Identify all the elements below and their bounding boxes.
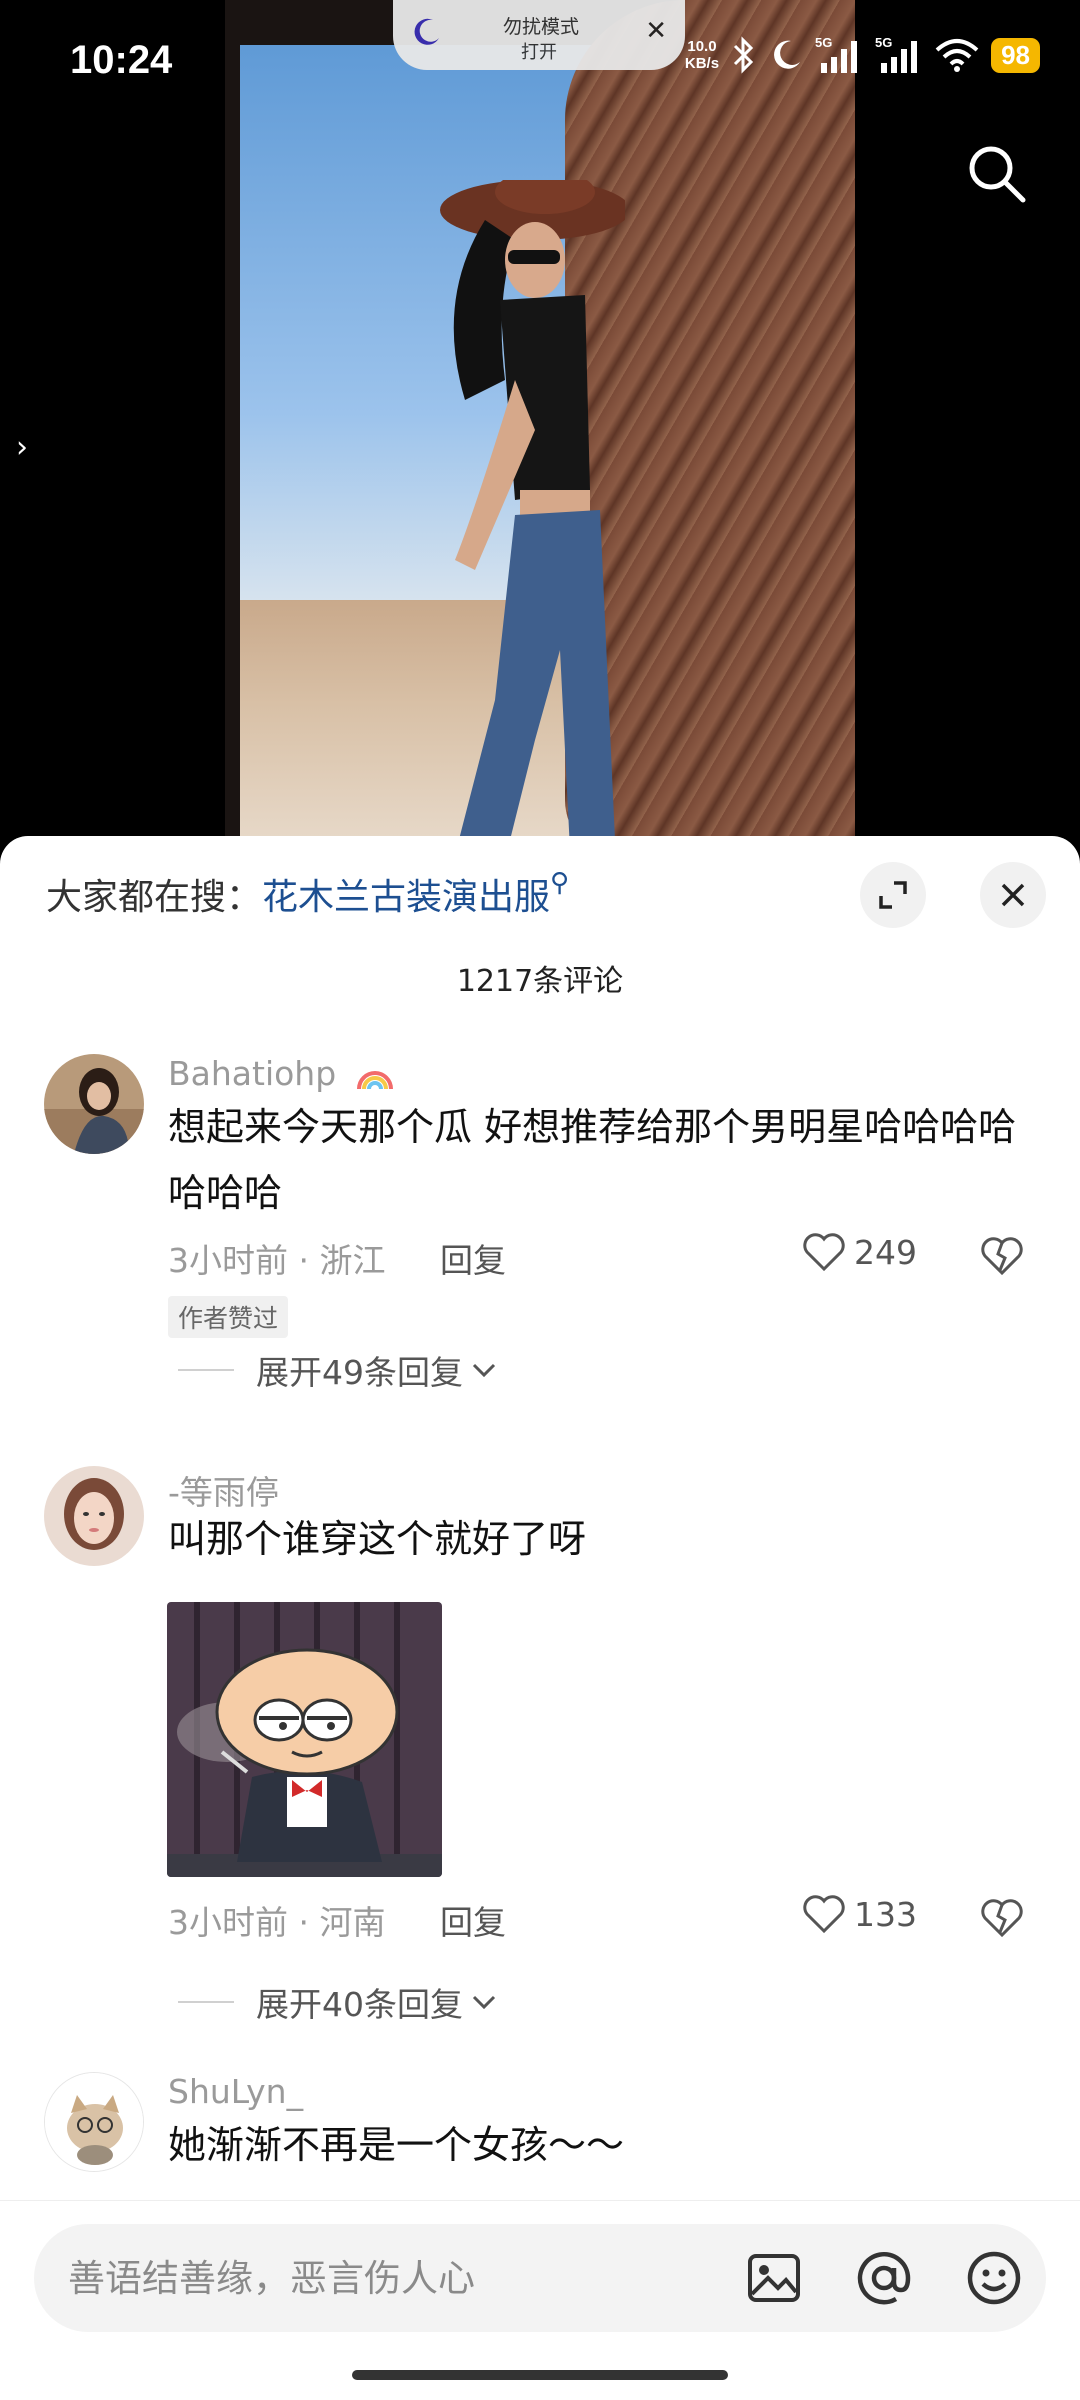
avatar-image [45, 2073, 143, 2171]
dnd-subtitle: 打开 [521, 42, 557, 63]
heart-icon [803, 1895, 845, 1934]
comment-meta: 3小时前 · 浙江 回复 [168, 1234, 506, 1282]
battery-indicator: 98 [991, 37, 1040, 73]
moon-icon [414, 18, 439, 45]
video-player[interactable] [0, 0, 1080, 860]
close-icon[interactable]: ✕ [645, 16, 667, 46]
like-count: 133 [854, 1894, 917, 1934]
expand-icon [879, 881, 907, 909]
hot-search[interactable]: 大家都在搜：花木兰古装演出服⚲ [46, 868, 569, 920]
expand-replies-button[interactable]: 展开49条回复 [178, 1346, 499, 1394]
expand-replies-label: 展开40条回复 [256, 1985, 463, 2024]
reply-button[interactable]: 回复 [440, 1241, 506, 1280]
comment-time: 3小时前 [168, 1903, 288, 1942]
expand-button[interactable] [860, 862, 926, 928]
moon-icon [774, 40, 801, 69]
meta-separator: · [298, 1241, 320, 1280]
avatar[interactable] [44, 1466, 144, 1566]
reply-button[interactable]: 回复 [440, 1903, 506, 1942]
close-button[interactable] [980, 862, 1046, 928]
comment-time: 3小时前 [168, 1241, 288, 1280]
home-indicator[interactable] [352, 2370, 728, 2380]
net-speed: 10.0 KB/s [685, 38, 719, 72]
meta-separator: · [298, 1903, 320, 1942]
expand-replies-button[interactable]: 展开40条回复 [178, 1978, 499, 2026]
dnd-title: 勿扰模式 [503, 16, 580, 38]
comment-location: 浙江 [319, 1241, 386, 1280]
signal-5g-icon: 5G [875, 35, 918, 73]
search-icon[interactable] [965, 142, 1027, 204]
username-text: Bahatiohp [168, 1054, 337, 1093]
divider [178, 2001, 234, 2003]
username[interactable]: Bahatiohp [168, 1054, 395, 1093]
comment-count: 1217条评论 [456, 964, 624, 999]
image-icon[interactable] [746, 2250, 802, 2306]
avatar[interactable] [44, 1054, 144, 1154]
sticker-graphic [167, 1602, 442, 1877]
like-button[interactable]: 249 [802, 1232, 917, 1272]
comment-input[interactable] [68, 2224, 718, 2332]
username[interactable]: ShuLyn_ [168, 2072, 303, 2111]
svg-text:5G: 5G [875, 35, 892, 50]
svg-text:5G: 5G [815, 35, 832, 50]
comment-sheet: 大家都在搜：花木兰古装演出服⚲ 1217条评论 Bahatiohp 想起来今天那… [0, 836, 1080, 2400]
heart-icon [803, 1233, 845, 1272]
expand-replies-label: 展开49条回复 [256, 1353, 463, 1392]
sticker-image[interactable] [167, 1602, 442, 1877]
avatar-image [44, 1466, 144, 1566]
broken-heart-icon[interactable] [980, 1236, 1024, 1276]
close-icon [1001, 883, 1025, 907]
author-liked-badge: 作者赞过 [168, 1296, 289, 1338]
comment-location: 河南 [319, 1903, 386, 1942]
chevron-down-icon [472, 1363, 496, 1378]
wifi-icon [935, 39, 979, 72]
dnd-notification[interactable]: 勿扰模式 打开 ✕ [393, 0, 685, 70]
video-frame[interactable] [225, 0, 855, 860]
comment-input-box[interactable] [34, 2224, 1046, 2332]
divider [178, 1369, 234, 1371]
signal-5g-icon: 5G [815, 35, 858, 73]
broken-heart-icon[interactable] [980, 1898, 1024, 1938]
like-button[interactable]: 133 [802, 1894, 917, 1934]
video-person [440, 180, 625, 860]
avatar[interactable] [44, 2072, 144, 2172]
net-speed-unit: KB/s [684, 55, 720, 72]
like-count: 249 [854, 1232, 917, 1272]
comment-text[interactable]: 想起来今天那个瓜 好想推荐给那个男明星哈哈哈哈哈哈哈 [168, 1094, 1028, 1226]
avatar-image [44, 1054, 144, 1154]
bluetooth-icon [734, 36, 754, 74]
hot-search-prefix: 大家都在搜： [46, 877, 263, 918]
hot-search-term[interactable]: 花木兰古装演出服 [262, 877, 550, 918]
status-time: 10:24 [70, 38, 173, 82]
search-icon: ⚲ [550, 868, 570, 898]
chevron-right-icon[interactable]: › [16, 430, 28, 465]
rainbow-icon [356, 1070, 393, 1089]
comment-text[interactable]: 叫那个谁穿这个就好了呀 [168, 1506, 1028, 1572]
net-speed-value: 10.0 [687, 38, 717, 55]
emoji-icon[interactable] [966, 2250, 1022, 2306]
status-icons: 10.0 KB/s 5G 5G 98 [685, 35, 1040, 75]
at-icon[interactable] [856, 2250, 912, 2306]
comment-text[interactable]: 她渐渐不再是一个女孩～～ [168, 2112, 1028, 2178]
chevron-down-icon [472, 1995, 496, 2010]
comment-meta: 3小时前 · 河南 回复 [168, 1896, 506, 1944]
